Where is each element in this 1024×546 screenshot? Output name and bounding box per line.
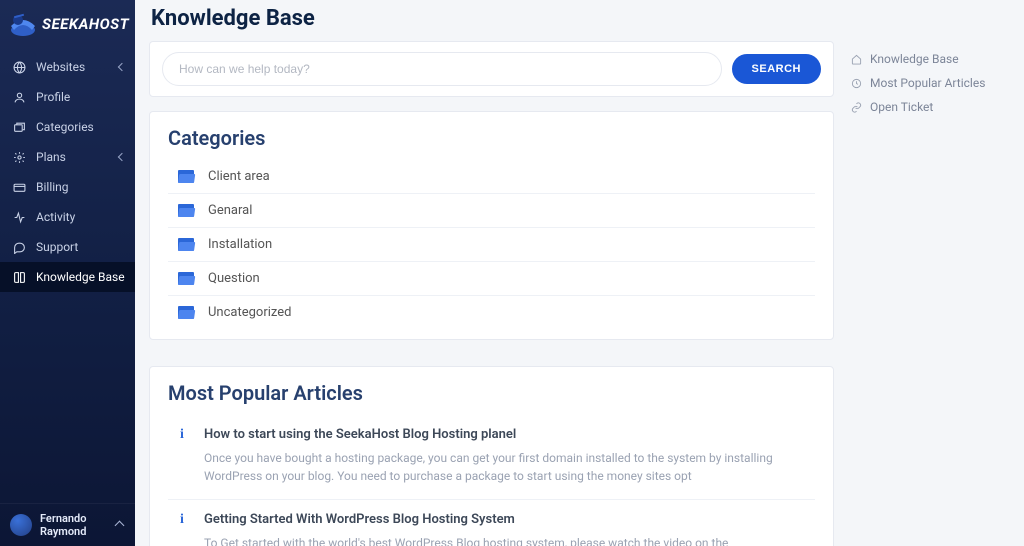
category-label: Genaral bbox=[208, 203, 252, 218]
nav-billing[interactable]: Billing bbox=[0, 172, 135, 202]
rightbar-link-popular[interactable]: Most Popular Articles bbox=[850, 71, 1010, 95]
activity-icon bbox=[12, 210, 26, 224]
category-item[interactable]: Installation bbox=[168, 228, 815, 262]
chevron-up-icon bbox=[115, 520, 125, 530]
nav-categories[interactable]: Categories bbox=[0, 112, 135, 142]
folder-icon bbox=[178, 272, 194, 285]
article-title[interactable]: Getting Started With WordPress Blog Host… bbox=[204, 512, 515, 527]
right-sidebar: Knowledge Base Most Popular Articles Ope… bbox=[850, 41, 1010, 119]
nav-label: Billing bbox=[36, 180, 69, 194]
primary-nav: Websites Profile Categories Plans Billin… bbox=[0, 52, 135, 503]
clock-icon bbox=[850, 77, 862, 89]
folder-icon bbox=[178, 204, 194, 217]
rightbar-label: Most Popular Articles bbox=[870, 76, 985, 90]
nav-plans[interactable]: Plans bbox=[0, 142, 135, 172]
page-title: Knowledge Base bbox=[151, 6, 1010, 31]
nav-label: Categories bbox=[36, 120, 94, 134]
logo-icon bbox=[8, 10, 38, 38]
nav-websites[interactable]: Websites bbox=[0, 52, 135, 82]
chevron-left-icon bbox=[118, 153, 126, 161]
user-name: Fernando Raymond bbox=[40, 512, 108, 538]
article-item: i Getting Started With WordPress Blog Ho… bbox=[168, 500, 815, 546]
home-icon bbox=[850, 53, 862, 65]
category-label: Uncategorized bbox=[208, 305, 291, 320]
search-bar: SEARCH bbox=[149, 41, 834, 97]
nav-label: Profile bbox=[36, 90, 70, 104]
nav-profile[interactable]: Profile bbox=[0, 82, 135, 112]
popular-heading: Most Popular Articles bbox=[168, 381, 815, 405]
category-label: Installation bbox=[208, 237, 272, 252]
nav-activity[interactable]: Activity bbox=[0, 202, 135, 232]
nav-label: Activity bbox=[36, 210, 75, 224]
nav-label: Support bbox=[36, 240, 78, 254]
search-button[interactable]: SEARCH bbox=[732, 54, 821, 84]
rightbar-label: Knowledge Base bbox=[870, 52, 959, 66]
article-excerpt: Once you have bought a hosting package, … bbox=[204, 449, 813, 485]
chat-icon bbox=[12, 240, 26, 254]
folder-icon bbox=[178, 238, 194, 251]
article-item: i How to start using the SeekaHost Blog … bbox=[168, 415, 815, 500]
nav-knowledge-base[interactable]: Knowledge Base bbox=[0, 262, 135, 292]
rightbar-link-kb[interactable]: Knowledge Base bbox=[850, 47, 1010, 71]
gear-icon bbox=[12, 150, 26, 164]
brand-name: SEEKAHOST bbox=[42, 15, 129, 33]
globe-icon bbox=[12, 60, 26, 74]
category-item[interactable]: Genaral bbox=[168, 194, 815, 228]
category-item[interactable]: Question bbox=[168, 262, 815, 296]
main-content: Knowledge Base SEARCH Categories Client … bbox=[135, 0, 1024, 546]
nav-label: Knowledge Base bbox=[36, 270, 125, 284]
category-item[interactable]: Client area bbox=[168, 160, 815, 194]
brand-logo[interactable]: SEEKAHOST bbox=[0, 0, 135, 52]
folder-icon bbox=[178, 306, 194, 319]
popular-articles-card: Most Popular Articles i How to start usi… bbox=[149, 366, 834, 546]
avatar bbox=[10, 514, 32, 536]
rightbar-link-ticket[interactable]: Open Ticket bbox=[850, 95, 1010, 119]
categories-heading: Categories bbox=[168, 126, 815, 150]
categories-card: Categories Client area Genaral Installat… bbox=[149, 111, 834, 340]
nav-support[interactable]: Support bbox=[0, 232, 135, 262]
nav-label: Plans bbox=[36, 150, 66, 164]
info-icon: i bbox=[176, 427, 188, 443]
article-excerpt: To Get started with the world's best Wor… bbox=[204, 534, 813, 546]
chevron-left-icon bbox=[118, 63, 126, 71]
user-icon bbox=[12, 90, 26, 104]
link-icon bbox=[850, 101, 862, 113]
category-label: Question bbox=[208, 271, 260, 286]
category-item[interactable]: Uncategorized bbox=[168, 296, 815, 329]
search-input[interactable] bbox=[162, 52, 722, 86]
folder-icon bbox=[178, 170, 194, 183]
book-icon bbox=[12, 270, 26, 284]
category-label: Client area bbox=[208, 169, 270, 184]
card-icon bbox=[12, 180, 26, 194]
rightbar-label: Open Ticket bbox=[870, 100, 933, 114]
cards-icon bbox=[12, 120, 26, 134]
sidebar: SEEKAHOST Websites Profile Categories Pl… bbox=[0, 0, 135, 546]
info-icon: i bbox=[176, 512, 188, 528]
user-menu[interactable]: Fernando Raymond bbox=[0, 503, 135, 546]
article-title[interactable]: How to start using the SeekaHost Blog Ho… bbox=[204, 427, 516, 442]
nav-label: Websites bbox=[36, 60, 85, 74]
